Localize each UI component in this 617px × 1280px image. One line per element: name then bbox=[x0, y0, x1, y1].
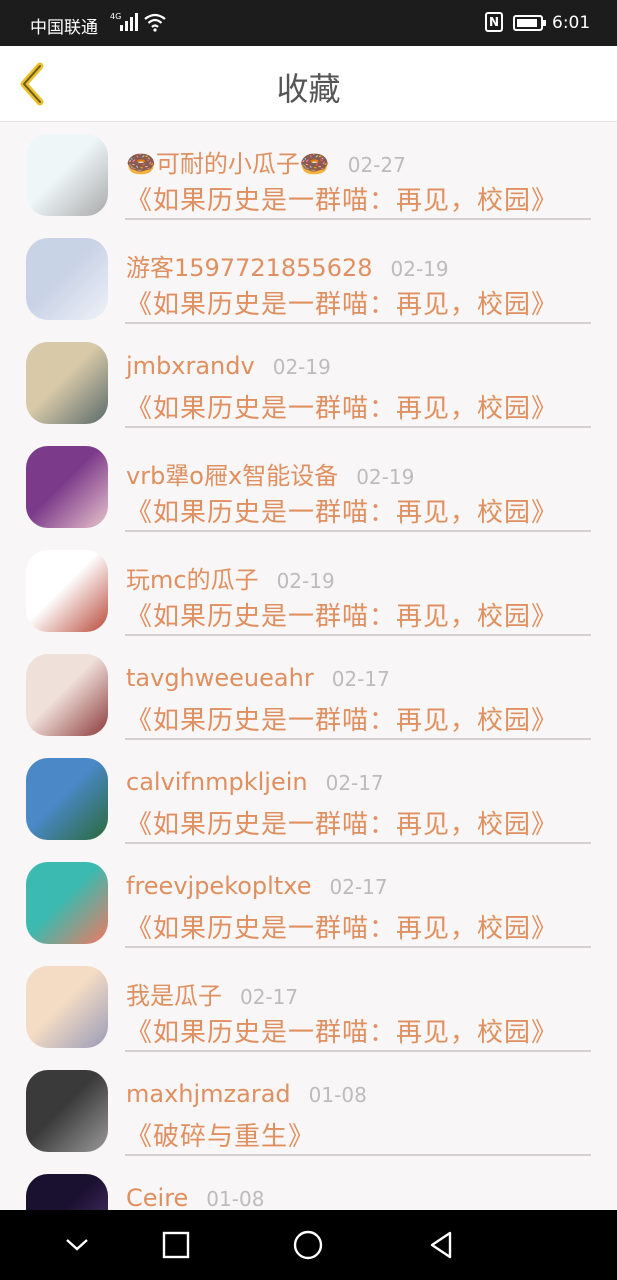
network-type-label: 4G bbox=[110, 12, 121, 21]
divider bbox=[125, 426, 591, 428]
status-bar: 中国联通 4G N 6:01 bbox=[0, 0, 617, 46]
favorite-list-item[interactable]: jmbxrandv 02-19 《如果历史是一群喵：再见，校园》 bbox=[0, 330, 617, 434]
app-header: 收藏 bbox=[0, 46, 617, 122]
user-avatar[interactable] bbox=[26, 238, 108, 320]
book-title[interactable]: 《如果历史是一群喵：再见，校园》 bbox=[126, 908, 558, 945]
favorite-date: 02-17 bbox=[240, 985, 299, 1009]
divider bbox=[125, 946, 591, 948]
book-title[interactable]: 《如果历史是一群喵：再见，校园》 bbox=[126, 388, 558, 425]
user-name-text: 🍩可耐的小瓜子🍩 bbox=[126, 150, 330, 178]
book-title[interactable]: 《破碎与重生》 bbox=[126, 1116, 315, 1153]
book-title[interactable]: 《如果历史是一群喵：再见，校园》 bbox=[126, 700, 558, 737]
book-title[interactable]: 《如果历史是一群喵：再见，校园》 bbox=[126, 596, 558, 633]
favorite-list-item[interactable]: calvifnmpkljein 02-17 《如果历史是一群喵：再见，校园》 bbox=[0, 746, 617, 850]
divider bbox=[125, 738, 591, 740]
triangle-back-icon[interactable] bbox=[424, 1228, 458, 1262]
book-title[interactable]: 《如果历史是一群喵：再见，校园》 bbox=[126, 284, 558, 321]
circle-icon[interactable] bbox=[291, 1228, 325, 1262]
book-title[interactable]: 《如果历史是一群喵：再见，校园》 bbox=[126, 1012, 558, 1049]
favorite-list-item[interactable]: 游客1597721855628 02-19 《如果历史是一群喵：再见，校园》 bbox=[0, 226, 617, 330]
favorite-list-item[interactable]: Ceire 01-08 bbox=[0, 1162, 617, 1210]
divider bbox=[125, 634, 591, 636]
favorite-date: 02-19 bbox=[276, 569, 335, 593]
favorite-date: 01-08 bbox=[206, 1187, 265, 1210]
user-name-text: 玩mc的瓜子 bbox=[126, 566, 259, 594]
user-name: 我是瓜子 02-17 bbox=[126, 976, 298, 1011]
user-name: Ceire 01-08 bbox=[126, 1184, 264, 1210]
user-name: tavghweeueahr 02-17 bbox=[126, 664, 390, 692]
favorite-list-item[interactable]: 🍩可耐的小瓜子🍩 02-27 《如果历史是一群喵：再见，校园》 bbox=[0, 122, 617, 226]
clock-label: 6:01 bbox=[552, 13, 591, 33]
divider bbox=[125, 1154, 591, 1156]
favorite-date: 01-08 bbox=[308, 1083, 367, 1107]
user-name: maxhjmzarad 01-08 bbox=[126, 1080, 367, 1108]
user-name: 🍩可耐的小瓜子🍩 02-27 bbox=[126, 144, 406, 179]
favorite-date: 02-17 bbox=[329, 875, 388, 899]
divider bbox=[125, 218, 591, 220]
user-avatar[interactable] bbox=[26, 1174, 108, 1210]
user-avatar[interactable] bbox=[26, 446, 108, 528]
user-name-text: freevjpekopltxe bbox=[126, 872, 312, 900]
user-name-text: calvifnmpkljein bbox=[126, 768, 308, 796]
page-title: 收藏 bbox=[276, 70, 341, 108]
user-avatar[interactable] bbox=[26, 758, 108, 840]
user-avatar[interactable] bbox=[26, 342, 108, 424]
nfc-icon: N bbox=[485, 12, 503, 32]
divider bbox=[125, 530, 591, 532]
favorite-date: 02-27 bbox=[347, 153, 406, 177]
user-name: 玩mc的瓜子 02-19 bbox=[126, 560, 335, 595]
divider bbox=[125, 322, 591, 324]
user-name-text: Ceire bbox=[126, 1184, 189, 1210]
book-title[interactable]: 《如果历史是一群喵：再见，校园》 bbox=[126, 804, 558, 841]
favorite-list-item[interactable]: tavghweeueahr 02-17 《如果历史是一群喵：再见，校园》 bbox=[0, 642, 617, 746]
signal-icon: 4G bbox=[110, 11, 138, 37]
battery-icon bbox=[513, 15, 546, 31]
chevron-down-icon[interactable] bbox=[60, 1228, 94, 1262]
favorite-list-item[interactable]: maxhjmzarad 01-08 《破碎与重生》 bbox=[0, 1058, 617, 1162]
user-avatar[interactable] bbox=[26, 862, 108, 944]
user-name-text: vrb犟o屜x智能设备 bbox=[126, 462, 339, 490]
user-avatar[interactable] bbox=[26, 966, 108, 1048]
user-name-text: jmbxrandv bbox=[126, 352, 255, 380]
user-name-text: 游客1597721855628 bbox=[126, 254, 373, 282]
user-name: 游客1597721855628 02-19 bbox=[126, 248, 449, 283]
divider bbox=[125, 842, 591, 844]
user-avatar[interactable] bbox=[26, 1070, 108, 1152]
user-name-text: maxhjmzarad bbox=[126, 1080, 291, 1108]
square-icon[interactable] bbox=[159, 1228, 193, 1262]
user-name-text: tavghweeueahr bbox=[126, 664, 314, 692]
favorite-list-item[interactable]: vrb犟o屜x智能设备 02-19 《如果历史是一群喵：再见，校园》 bbox=[0, 434, 617, 538]
carrier-label: 中国联通 bbox=[30, 18, 98, 38]
favorite-date: 02-19 bbox=[356, 465, 415, 489]
favorite-list-item[interactable]: freevjpekopltxe 02-17 《如果历史是一群喵：再见，校园》 bbox=[0, 850, 617, 954]
favorite-date: 02-19 bbox=[272, 355, 331, 379]
user-avatar[interactable] bbox=[26, 550, 108, 632]
user-name: vrb犟o屜x智能设备 02-19 bbox=[126, 456, 414, 491]
system-nav-bar bbox=[0, 1210, 617, 1280]
user-name: freevjpekopltxe 02-17 bbox=[126, 872, 388, 900]
wifi-icon bbox=[144, 12, 166, 36]
user-name: calvifnmpkljein 02-17 bbox=[126, 768, 384, 796]
favorite-list-item[interactable]: 我是瓜子 02-17 《如果历史是一群喵：再见，校园》 bbox=[0, 954, 617, 1058]
favorite-date: 02-19 bbox=[390, 257, 449, 281]
user-avatar[interactable] bbox=[26, 134, 108, 216]
favorite-list-item[interactable]: 玩mc的瓜子 02-19 《如果历史是一群喵：再见，校园》 bbox=[0, 538, 617, 642]
book-title[interactable]: 《如果历史是一群喵：再见，校园》 bbox=[126, 492, 558, 529]
book-title[interactable]: 《如果历史是一群喵：再见，校园》 bbox=[126, 180, 558, 217]
divider bbox=[125, 1050, 591, 1052]
user-name: jmbxrandv 02-19 bbox=[126, 352, 331, 380]
user-avatar[interactable] bbox=[26, 654, 108, 736]
favorite-date: 02-17 bbox=[325, 771, 384, 795]
user-name-text: 我是瓜子 bbox=[126, 982, 222, 1010]
favorites-list: 🍩可耐的小瓜子🍩 02-27 《如果历史是一群喵：再见，校园》 游客159772185… bbox=[0, 122, 617, 1210]
favorite-date: 02-17 bbox=[331, 667, 390, 691]
